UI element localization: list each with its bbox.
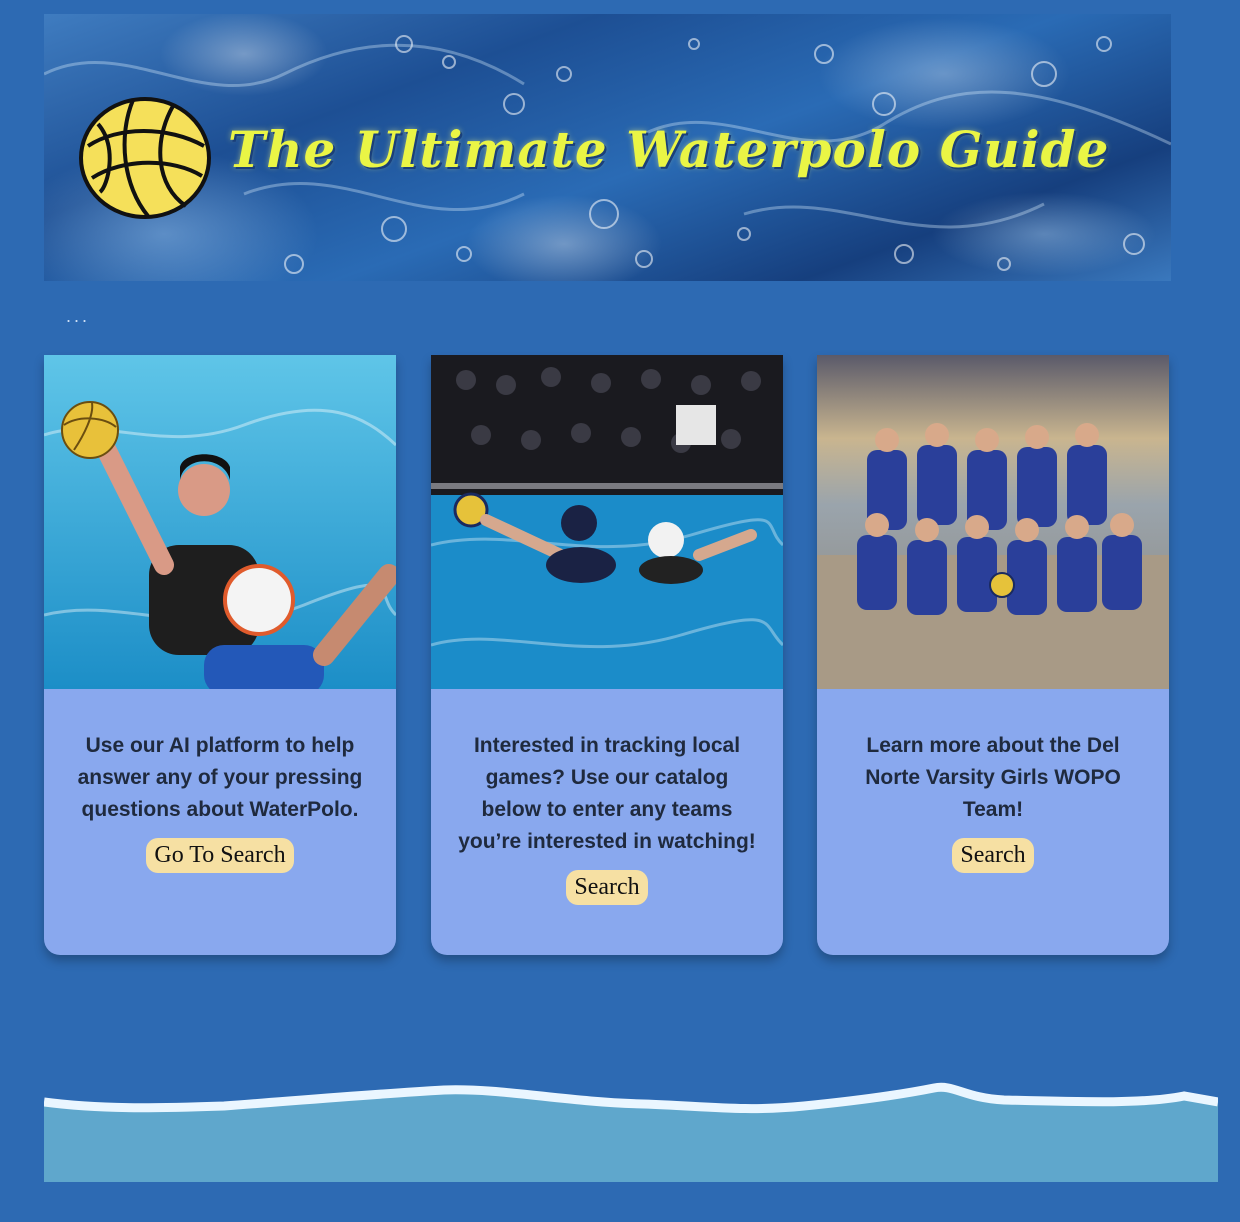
site-title: The Ultimate Waterpolo Guide [228,120,1110,179]
card-description: Learn more about the Del Norte Varsity G… [865,734,1121,821]
water-polo-ball-icon [79,97,211,219]
wave-footer [44,1082,1218,1182]
header-banner: The Ultimate Waterpolo Guide [44,14,1171,281]
menu-dots[interactable]: ... [66,306,90,327]
water-polo-player-photo [44,355,396,695]
search-games-button[interactable]: Search [566,870,648,905]
card-description: Use our AI platform to help answer any o… [77,734,363,821]
ai-platform-card: Use our AI platform to help answer any o… [44,355,396,955]
del-norte-team-card: Learn more about the Del Norte Varsity G… [817,355,1169,955]
team-beach-photo [817,355,1169,689]
card-description: Interested in tracking local games? Use … [458,734,756,853]
search-team-button[interactable]: Search [952,838,1034,873]
local-games-card: Interested in tracking local games? Use … [431,355,783,955]
water-polo-game-photo [431,355,783,689]
go-to-search-button[interactable]: Go To Search [146,838,294,873]
